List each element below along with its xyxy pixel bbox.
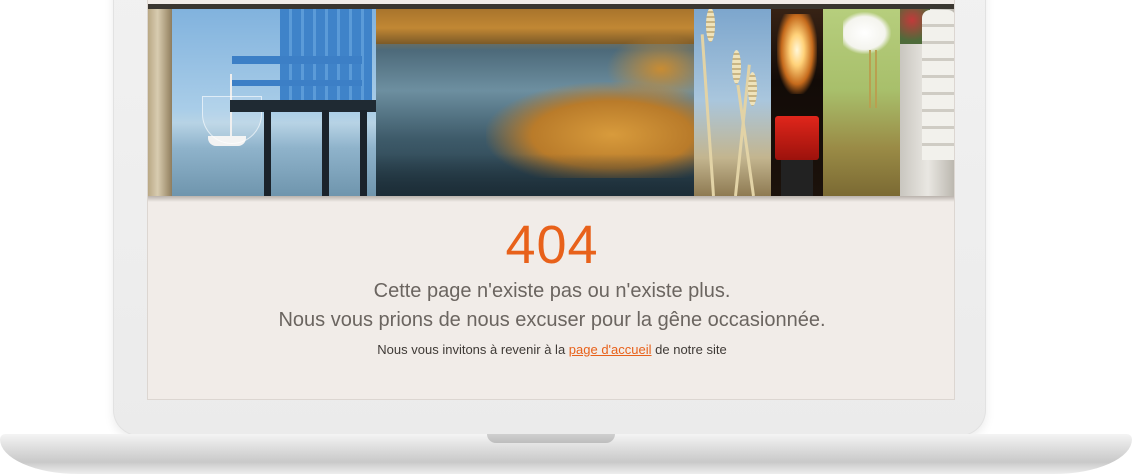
screen: 404 Cette page n'existe pas ou n'existe … [147, 0, 955, 400]
error-code: 404 [505, 215, 599, 275]
photo-heron [823, 4, 900, 196]
home-page-link[interactable]: page d'accueil [569, 342, 652, 357]
photo-fishing-hut [172, 4, 376, 196]
banner-photo-collage [148, 4, 954, 196]
invite-text-before: Nous vous invitons à revenir à la [377, 342, 566, 357]
laptop-notch [487, 434, 615, 443]
invite-text-after: de notre site [655, 342, 727, 357]
error-message-line-2: Nous vous prions de nous excuser pour la… [278, 309, 826, 331]
photo-reeds [694, 4, 771, 196]
photo-marsh-water [376, 4, 694, 196]
error-message-line-1: Cette page n'existe pas ou n'existe plus… [373, 280, 731, 302]
photo-stone-column [900, 4, 954, 196]
photo-lighthouse-lamp [771, 4, 823, 196]
photo-wood-post [148, 4, 172, 196]
home-invitation: Nous vous invitons à revenir à la page d… [148, 342, 954, 358]
